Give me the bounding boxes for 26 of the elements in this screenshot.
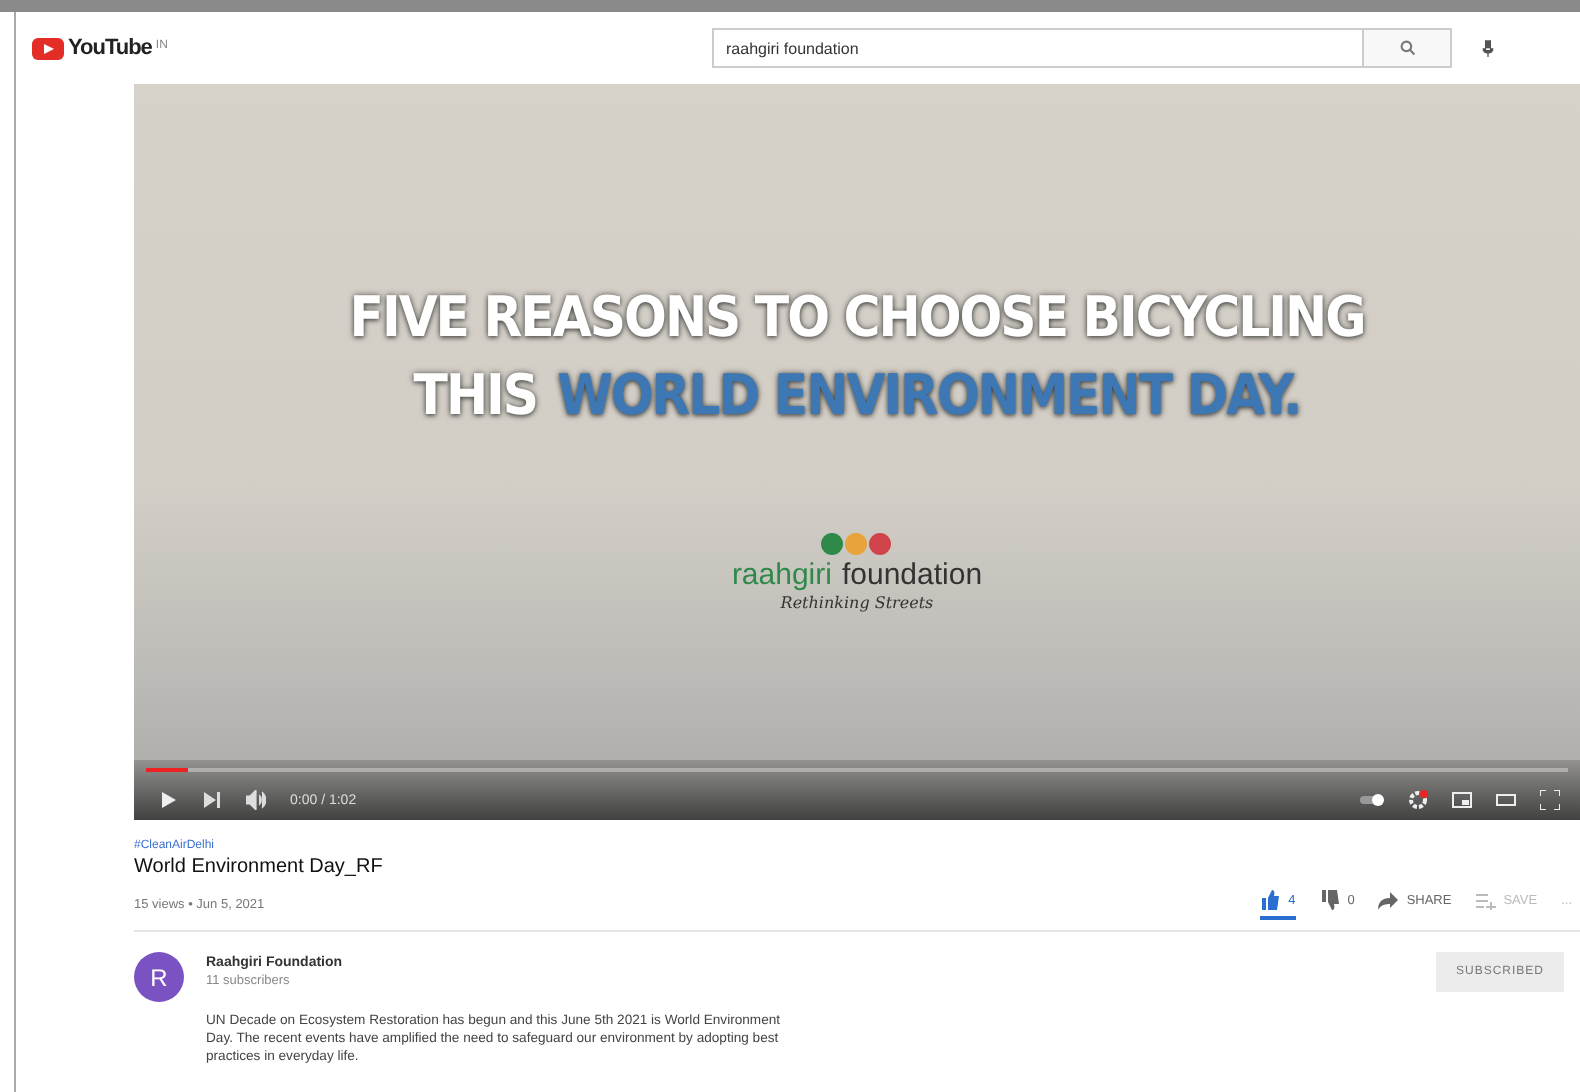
video-title: World Environment Day_RF bbox=[134, 856, 385, 878]
brand-tagline: Rethinking Streets bbox=[780, 594, 934, 612]
logo-text[interactable]: YouTube bbox=[68, 36, 152, 60]
toggle-switch-icon[interactable] bbox=[1356, 790, 1384, 810]
thumbs-up-icon bbox=[1260, 890, 1281, 910]
brand-name: foundation bbox=[841, 558, 983, 592]
video-headline: FIVE REASONS TO CHOOSE BICYCLING bbox=[349, 284, 1365, 350]
miniplayer-icon[interactable] bbox=[1452, 790, 1472, 810]
brand-name: raahgiri bbox=[731, 558, 832, 592]
gear-icon[interactable] bbox=[1408, 790, 1428, 810]
next-icon[interactable] bbox=[202, 790, 222, 810]
play-logo-icon bbox=[32, 37, 64, 59]
search-field[interactable]: raahgiri foundation bbox=[712, 28, 1364, 68]
volume-icon[interactable] bbox=[246, 790, 266, 810]
video-headline: THIS bbox=[413, 362, 538, 428]
search-icon bbox=[1399, 40, 1415, 56]
foundation-logo-icon bbox=[820, 532, 893, 556]
play-icon[interactable] bbox=[158, 790, 178, 810]
video-headline: WORLD ENVIRONMENT DAY. bbox=[557, 362, 1301, 428]
microphone-icon[interactable] bbox=[1480, 37, 1496, 59]
channel-avatar[interactable]: R bbox=[134, 952, 184, 1002]
thumbs-down-icon bbox=[1319, 890, 1340, 910]
theater-mode-icon[interactable] bbox=[1496, 790, 1516, 810]
playlist-add-icon bbox=[1475, 890, 1496, 910]
share-icon bbox=[1378, 890, 1399, 910]
fullscreen-icon[interactable] bbox=[1540, 790, 1560, 810]
